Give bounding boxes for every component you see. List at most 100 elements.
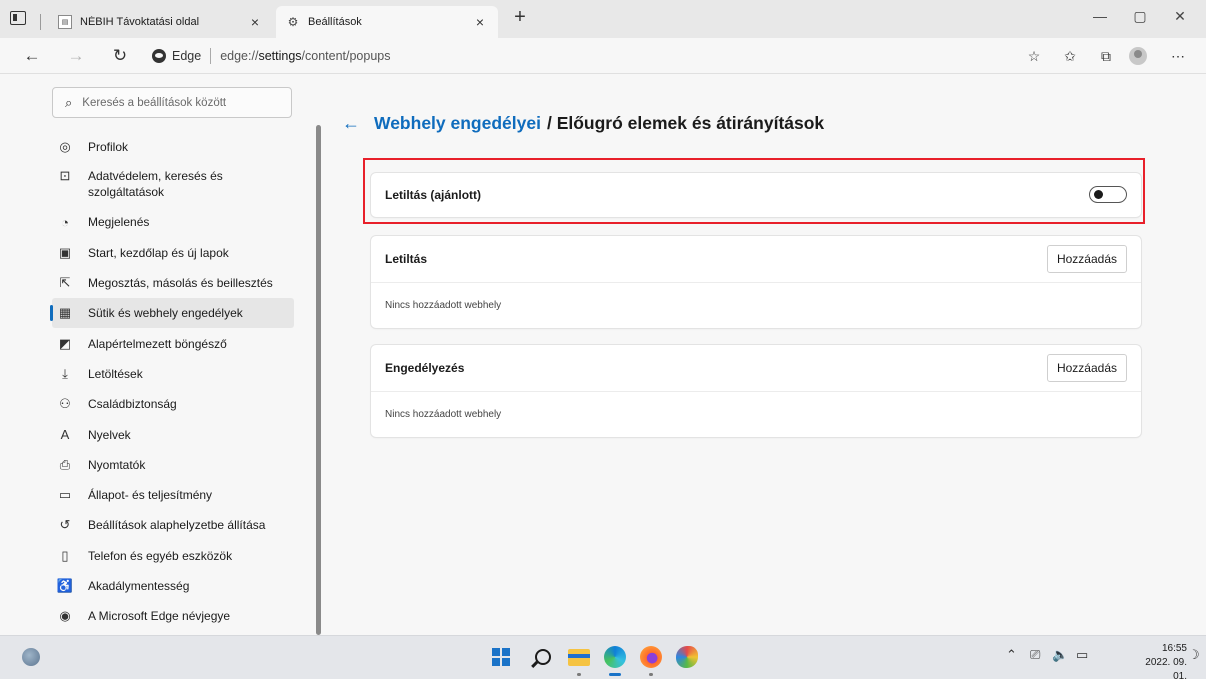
sidebar-item-label: Nyelvek [88,427,131,442]
refresh-icon[interactable]: ↻ [108,44,132,68]
firefox-taskbar-button[interactable] [638,644,664,676]
sidebar-item[interactable]: ▯ Telefon és egyéb eszközök [52,541,294,571]
chevron-up-icon[interactable]: ⌃ [1006,647,1017,663]
lock-icon: ⊡ [59,168,71,184]
folder-icon [568,648,590,666]
paint-taskbar-button[interactable] [674,644,700,670]
sidebar-scrollbar[interactable] [316,125,321,635]
search-placeholder: Keresés a beállítások között [82,96,227,109]
tab-settings[interactable]: ⚙ Beállítások × [276,6,498,38]
add-favorite-icon[interactable]: ☆ [1024,46,1044,66]
sidebar-item[interactable]: ⚇ Családbiztonság [52,389,294,419]
taskbar-search-button[interactable] [530,644,556,670]
close-window-button[interactable]: ✕ [1160,8,1200,25]
edge-logo-icon: ◉ [59,608,71,624]
close-tab-icon[interactable]: × [247,14,263,30]
sidebar-item[interactable]: A Nyelvek [52,419,294,449]
sidebar-item-label: Profilok [88,140,129,155]
tab-title: Beállítások [308,16,362,28]
search-icon [535,649,551,665]
battery-icon[interactable]: ▭ [1076,647,1088,663]
sidebar-item-label: Adatvédelem, keresés és szolgáltatások [88,169,223,200]
sidebar-item[interactable]: ◉ A Microsoft Edge névjegye [52,601,294,631]
tab-nebih[interactable]: ▤ NÉBIH Távoktatási oldal × [48,6,273,38]
sidebar-item[interactable]: ⤓ Letöltések [52,359,294,389]
sidebar-item-label: Start, kezdőlap és új lapok [88,245,229,260]
forward-icon[interactable]: → [64,44,88,68]
clock-time: 16:55 [1161,643,1187,654]
gear-icon: ⚙ [287,15,299,29]
sidebar-item[interactable]: ▣ Start, kezdőlap és új lapok [52,238,294,268]
browser-label: Edge [172,49,202,63]
printer-icon: ⎙ [59,456,71,472]
breadcrumb-current: / Előugró elemek és átirányítások [546,113,825,133]
share-icon: ⇱ [59,275,71,291]
allow-list-card: Engedélyezés Hozzáadás Nincs hozzáadott … [371,345,1141,437]
search-icon: ⌕ [65,94,73,110]
paint-icon [676,646,698,668]
sidebar-item[interactable]: ⊡ Adatvédelem, keresés és szolgáltatások [52,162,294,207]
weather-widget-icon[interactable] [22,648,40,666]
address-bar[interactable]: Edge edge:// settings /content/popups [152,45,391,67]
document-icon: ▤ [58,15,72,29]
block-list-card: Letiltás Hozzáadás Nincs hozzáadott webh… [371,236,1141,328]
clock[interactable]: 16:55 2022. 09. 01. [1131,642,1187,679]
avatar-icon [1129,47,1147,65]
profile-icon: ◎ [59,139,71,155]
edge-icon [604,646,626,668]
edge-taskbar-button[interactable] [602,644,628,676]
default-browser-icon: ◩ [58,335,72,351]
settings-sidebar: ⌕ Keresés a beállítások között ◎ Profilok… [0,75,316,635]
sidebar-item-label: Sütik és webhely engedélyek [88,306,243,321]
sidebar-item[interactable]: ◎ Profilok [52,132,294,162]
favorites-icon[interactable]: ✩ [1060,46,1080,66]
tab-actions-icon[interactable] [10,11,26,25]
sidebar-item-label: Beállítások alaphelyzetbe állítása [88,518,266,533]
palette-icon: ◔ [61,214,69,230]
sidebar-item[interactable]: ◩ Alapértelmezett böngésző [52,328,294,358]
windows-icon [492,648,510,666]
tab-bar: ▤ NÉBIH Távoktatási oldal × ⚙ Beállításo… [0,0,1206,38]
url-path-main: settings [258,49,302,63]
sidebar-item[interactable]: ◔ Megjelenés [52,207,294,237]
block-list-title: Letiltás [385,252,428,266]
sidebar-item[interactable]: ⎙ Nyomtatók [52,450,294,480]
url-path-rest: /content/popups [301,49,391,63]
add-block-button[interactable]: Hozzáadás [1046,245,1127,273]
breadcrumb-link[interactable]: Webhely engedélyei [374,113,541,134]
taskbar: ⌃ ⎚ 🔈 ▭ 16:55 2022. 09. 01. ☽ [0,635,1206,679]
network-icon[interactable]: ⎚ [1030,647,1040,663]
cookies-icon: ▦ [58,305,72,321]
file-explorer-button[interactable] [566,644,592,676]
volume-icon[interactable]: 🔈 [1052,647,1068,663]
more-options-icon[interactable]: ⋯ [1168,46,1188,66]
collections-icon[interactable]: ⧉ [1096,46,1116,66]
sidebar-item[interactable]: ↺ Beállítások alaphelyzetbe állítása [52,510,294,540]
sidebar-item[interactable]: ▭ Állapot- és teljesítmény [52,480,294,510]
url-scheme: edge:// [220,49,259,63]
back-arrow-icon[interactable]: ← [342,113,360,134]
sidebar-item[interactable]: ♿ Akadálymentesség [52,571,294,601]
sidebar-item-label: Családbiztonság [88,397,177,412]
minimize-button[interactable]: — [1080,8,1120,24]
phone-icon: ▯ [61,547,69,563]
settings-nav: ◎ Profilok ⊡ Adatvédelem, keresés és szolgá… [50,132,294,631]
edge-logo-icon [152,49,166,63]
address-separator [210,48,212,64]
block-empty-text: Nincs hozzáadott webhely [385,299,502,311]
profile-avatar[interactable] [1128,46,1148,66]
notifications-icon[interactable]: ☽ [1188,647,1200,663]
sidebar-item[interactable]: ▦ Sütik és webhely engedélyek [50,298,294,329]
family-icon: ⚇ [59,396,71,412]
add-allow-button[interactable]: Hozzáadás [1046,354,1127,382]
back-icon[interactable]: ← [20,44,44,68]
accessibility-icon: ♿ [56,578,74,593]
language-icon: A [60,427,70,443]
start-button[interactable] [488,644,514,670]
settings-search-input[interactable]: ⌕ Keresés a beállítások között [52,87,292,118]
sidebar-item[interactable]: ⇱ Megosztás, másolás és beillesztés [52,268,294,298]
close-tab-icon[interactable]: × [472,14,488,30]
sidebar-item-label: A Microsoft Edge névjegye [88,609,231,624]
new-tab-button[interactable]: + [508,6,532,32]
maximize-button[interactable]: ▢ [1120,8,1160,25]
